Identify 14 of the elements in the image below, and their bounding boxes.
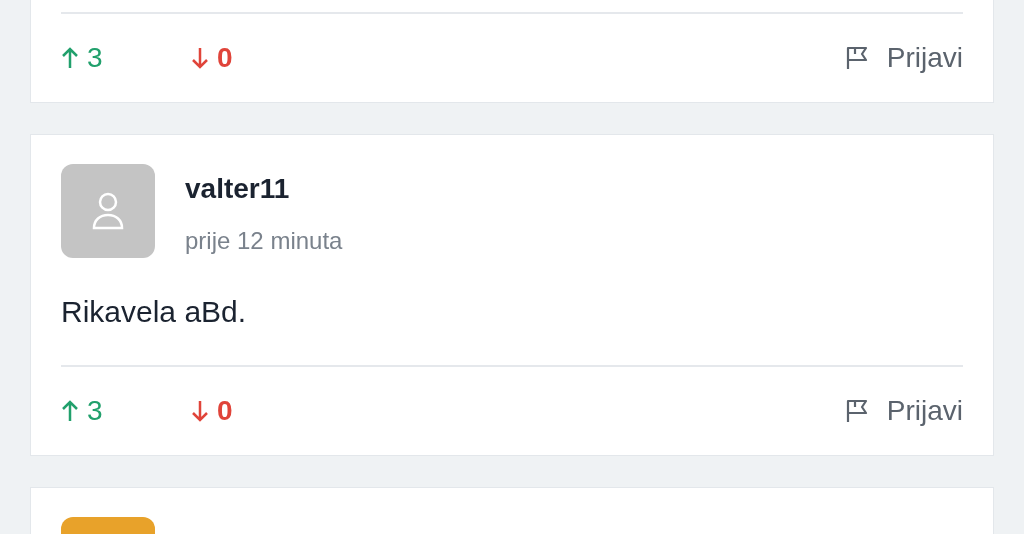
upvote-button[interactable]: 3 (61, 37, 191, 79)
arrow-down-icon (191, 399, 209, 423)
timestamp: prije 12 minuta (185, 226, 343, 256)
user-icon (91, 191, 125, 231)
downvote-button[interactable]: 0 (191, 37, 233, 79)
report-button[interactable]: Prijavi (844, 37, 963, 79)
arrow-down-icon (191, 46, 209, 70)
upvote-button[interactable]: 3 (61, 390, 191, 432)
arrow-up-icon (61, 399, 79, 423)
comment-text: Rikavela aBd. (61, 294, 248, 330)
arrow-up-icon (61, 46, 79, 70)
report-button[interactable]: Prijavi (844, 390, 963, 432)
author-name: valter11 (185, 172, 291, 206)
downvote-button[interactable]: 0 (191, 390, 233, 432)
